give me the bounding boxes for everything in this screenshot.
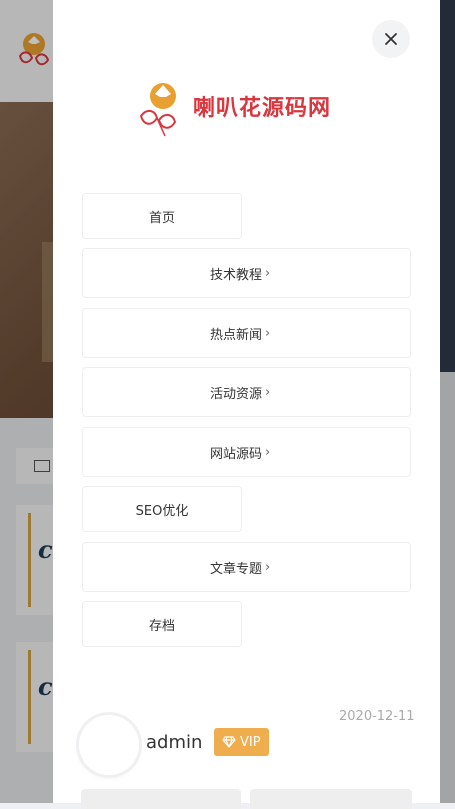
nav-label: 存档 [148,618,175,634]
nav-label: 网站源码 [210,446,263,462]
bottom-action-button[interactable] [81,789,241,809]
bottom-action-button[interactable] [250,789,412,809]
nav-label: 活动资源 [210,386,263,402]
nav-label: 文章专题 [210,561,263,577]
chevron-right-icon: › [265,384,271,400]
avatar[interactable] [79,715,139,775]
chevron-right-icon: › [265,265,271,281]
diamond-icon [222,736,236,748]
flower-logo-icon [139,83,177,137]
nav-item-home[interactable]: 首页 [82,193,242,239]
chevron-right-icon: › [265,325,271,341]
date-text: 2020-12-11 [339,709,415,724]
nav-item-archive[interactable]: 存档 [82,601,242,647]
nav-item-tutorials[interactable]: 技术教程 › [82,248,411,298]
nav-item-seo[interactable]: SEO优化 [82,486,242,532]
vip-badge[interactable]: VIP [214,728,269,756]
nav-label: 热点新闻 [210,327,263,343]
nav-label: 技术教程 [210,267,263,283]
nav-label: 首页 [148,210,175,226]
username[interactable]: admin [146,732,202,753]
nav-item-resources[interactable]: 活动资源 › [82,367,411,417]
nav-item-topics[interactable]: 文章专题 › [82,542,411,592]
close-button[interactable] [372,20,410,58]
nav-label: SEO优化 [135,503,189,519]
close-icon [385,33,397,45]
nav-item-source-code[interactable]: 网站源码 › [82,427,411,477]
chevron-right-icon: › [265,559,271,575]
nav-item-news[interactable]: 热点新闻 › [82,308,411,358]
logo-subtext: 源码网 [262,96,332,121]
site-logo[interactable]: 喇叭花源码网 [135,80,357,140]
vip-label: VIP [240,734,261,750]
mobile-menu-drawer: 喇叭花源码网 首页 技术教程 › 热点新闻 › 活动资源 › 网站源码 › SEO优化 … [53,0,440,809]
logo-text: 喇叭花 [193,96,263,121]
chevron-right-icon: › [265,444,271,460]
